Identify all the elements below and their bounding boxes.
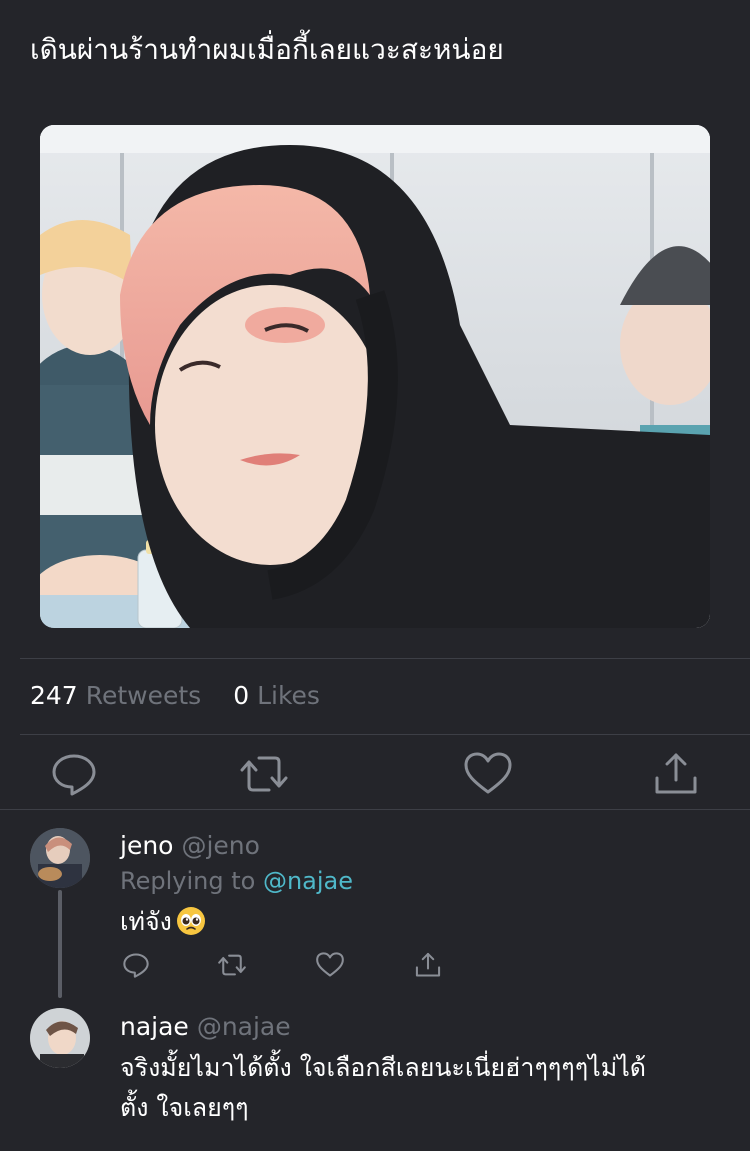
pleading-face-icon — [176, 907, 205, 935]
replying-prefix: Replying to — [120, 867, 256, 895]
likes-count: 0 — [233, 681, 250, 710]
divider — [0, 809, 750, 810]
reply-icon — [123, 953, 149, 978]
reply-text-line: ตั้ง ใจเลยๆๆ — [120, 1093, 249, 1122]
handle[interactable]: @jeno — [181, 831, 259, 860]
avatar-image — [30, 1008, 90, 1068]
likes-label: Likes — [257, 681, 320, 710]
display-name[interactable]: najae — [120, 1012, 189, 1041]
tweet-stats: 247 Retweets 0 Likes — [30, 676, 320, 716]
reply-button[interactable] — [120, 948, 152, 982]
display-name[interactable]: jeno — [120, 831, 173, 860]
share-icon — [415, 952, 441, 977]
retweets-count: 247 — [30, 681, 78, 710]
divider — [20, 734, 750, 735]
share-button[interactable] — [412, 948, 444, 982]
mention-link[interactable]: @najae — [263, 867, 353, 895]
divider — [20, 658, 750, 659]
likes-stat[interactable]: 0 Likes — [233, 676, 320, 716]
handle[interactable]: @najae — [197, 1012, 291, 1041]
pleading-face-emoji — [176, 906, 206, 948]
avatar[interactable] — [30, 828, 90, 888]
heart-icon — [316, 952, 344, 977]
retweet-icon — [218, 954, 246, 976]
like-button[interactable] — [462, 748, 514, 800]
retweet-button[interactable] — [238, 748, 290, 800]
share-icon — [655, 753, 697, 794]
reply-action-bar — [120, 948, 460, 982]
reply-text: เท่จัง — [120, 902, 710, 948]
reply-header: najae @najae — [120, 1010, 291, 1044]
tweet-photo[interactable] — [40, 125, 710, 628]
reply-button[interactable] — [48, 748, 100, 800]
replying-to: Replying to @najae — [120, 864, 353, 898]
tweet-text: เดินผ่านร้านทำผมเมื่อกี้เลยแวะสะหน่อย — [30, 33, 504, 66]
thread-line — [58, 890, 62, 998]
reply-text: จริงมั้ยไมาได้ตั้ง ใจเลือกสีเลยนะเนี่ยฮ่… — [120, 1048, 710, 1128]
retweet-button[interactable] — [216, 948, 248, 982]
photo-illustration — [40, 125, 710, 628]
avatar-image — [30, 828, 90, 888]
like-button[interactable] — [314, 948, 346, 982]
retweet-icon — [240, 756, 288, 792]
share-button[interactable] — [650, 748, 702, 800]
reply-text-line: จริงมั้ยไมาได้ตั้ง ใจเลือกสีเลยนะเนี่ยฮ่… — [120, 1053, 647, 1082]
reply-text-content: เท่จัง — [120, 907, 172, 936]
reply-icon — [52, 754, 96, 796]
retweets-label: Retweets — [85, 681, 202, 710]
retweets-stat[interactable]: 247 Retweets — [30, 676, 201, 716]
heart-icon — [464, 752, 512, 794]
tweet-action-bar — [0, 740, 750, 806]
reply-header: jeno @jeno — [120, 829, 260, 863]
avatar[interactable] — [30, 1008, 90, 1068]
